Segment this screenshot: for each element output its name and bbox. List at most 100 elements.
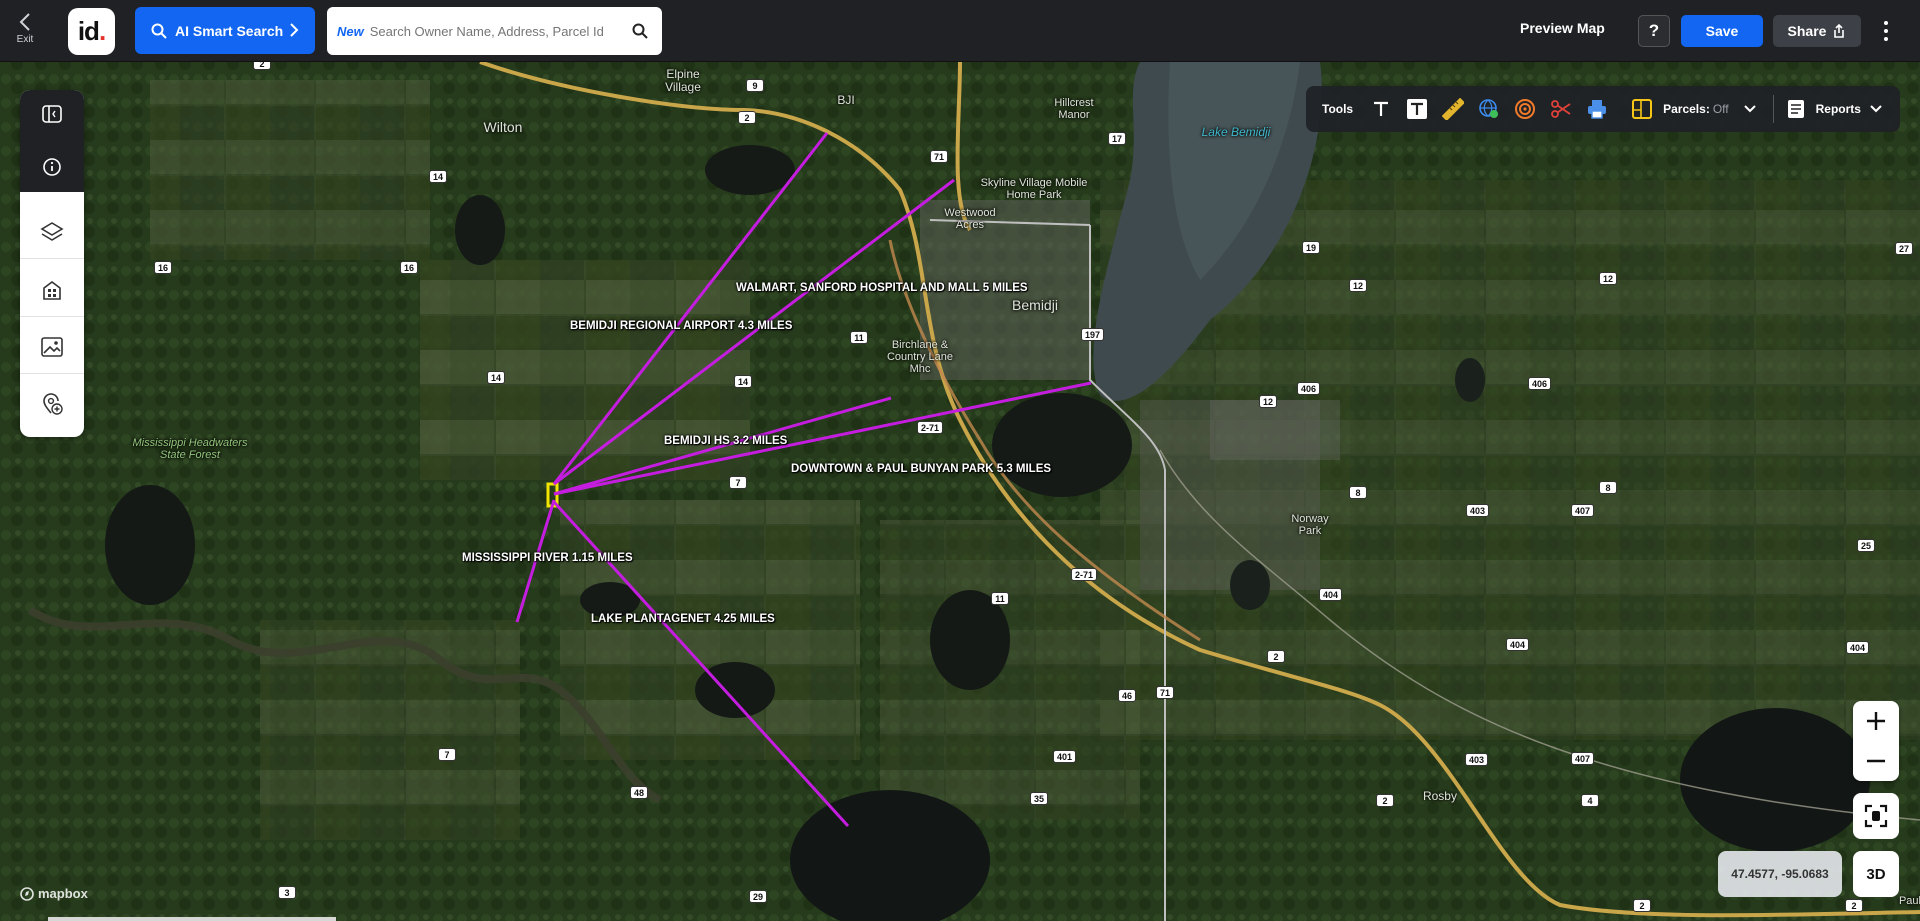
ruler-tool-button[interactable] [1435,91,1471,127]
distance-annotation[interactable]: WALMART, SANFORD HOSPITAL AND MALL 5 MIL… [736,282,1028,294]
preview-map-button[interactable]: Preview Map [1520,20,1605,36]
buildings-icon [43,281,61,300]
text-box-tool-button[interactable] [1399,91,1435,127]
road-shield: 2 [253,62,271,70]
road-shield: 197 [1081,328,1105,341]
print-icon [1588,100,1607,119]
distance-annotation[interactable]: BEMIDJI REGIONAL AIRPORT 4.3 MILES [570,320,792,332]
layers-button[interactable] [32,212,72,252]
road-shield: 407 [1571,752,1595,765]
road-shield: 404 [1506,638,1530,651]
road-shield: 71 [1156,686,1175,699]
distance-annotation[interactable]: MISSISSIPPI RIVER 1.15 MILES [462,552,633,564]
road-shield: 14 [429,170,448,183]
print-tool-button[interactable] [1579,91,1615,127]
sidebar-toggle-button[interactable] [32,94,72,134]
road-shield: 2 [1845,899,1863,912]
parcels-icon [1632,99,1653,119]
text-tool-button[interactable] [1363,91,1399,127]
chevron-down-icon [1870,105,1882,113]
road-shield: 4 [1581,794,1599,807]
road-shield: 7 [729,476,747,489]
road-shield: 404 [1319,588,1343,601]
help-button[interactable]: ? [1638,15,1670,47]
parcels-toggle[interactable]: Parcels: Off [1631,98,1757,120]
distance-annotation[interactable]: DOWNTOWN & PAUL BUNYAN PARK 5.3 MILES [791,463,1051,475]
road-shield: 403 [1465,753,1489,766]
app-logo[interactable]: id. [68,8,115,55]
reports-dropdown[interactable]: Reports [1786,99,1883,119]
road-shield: 27 [1895,242,1914,255]
chevron-left-icon [19,13,30,31]
chevron-right-icon [290,23,299,37]
search-input[interactable] [369,23,630,39]
fit-to-parcel-button[interactable] [1853,793,1899,839]
parcels-label: Parcels: [1663,102,1710,116]
satellite-imagery [0,62,1920,921]
scissors-icon [1551,100,1571,118]
road-shield: 14 [487,371,506,384]
share-button[interactable]: Share [1773,15,1861,47]
road-shield: 401 [1053,750,1077,763]
search-icon[interactable] [632,23,648,39]
minus-icon [1867,759,1885,763]
text-icon [1374,101,1389,116]
info-icon [43,158,61,176]
road-shield: 2 [1376,794,1394,807]
road-shield: 12 [1599,272,1618,285]
zoom-in-button[interactable] [1853,701,1899,741]
road-shield: 9 [746,79,764,92]
road-shield: 35 [1030,792,1049,805]
parcels-value: Off [1712,102,1729,116]
road-shield: 8 [1349,486,1367,499]
zoom-control [1853,701,1899,781]
road-shield: 25 [1857,539,1876,552]
exit-button[interactable]: Exit [10,12,40,52]
mapbox-logo-icon [20,886,34,901]
save-button[interactable]: Save [1681,15,1763,47]
map-canvas[interactable]: Elpine Village BJI Hillcrest Manor Lake Bem… [0,62,1920,921]
road-shield: 406 [1528,377,1552,390]
horizontal-scrollbar[interactable] [48,917,336,921]
ai-smart-search-button[interactable]: AI Smart Search [135,7,315,54]
search-icon [151,23,167,39]
imagery-button[interactable] [32,327,72,367]
road-shield: 19 [1302,241,1321,254]
share-icon [1834,23,1845,38]
sidebar-toggle-icon [42,105,62,123]
road-shield: 11 [991,592,1009,605]
distance-annotation[interactable]: LAKE PLANTAGENET 4.25 MILES [591,613,775,625]
road-shield: 46 [1118,689,1137,702]
road-shield: 7 [438,748,456,761]
distance-annotation[interactable]: BEMIDJI HS 3.2 MILES [664,435,787,447]
road-shield: 2-71 [917,421,944,434]
buildings-button[interactable] [32,270,72,310]
road-shield: 2-71 [1071,568,1098,581]
zoom-out-button[interactable] [1853,741,1899,781]
radius-icon [1515,99,1536,119]
road-shield: 16 [400,261,419,274]
road-shield: 29 [749,890,768,903]
ai-smart-search-label: AI Smart Search [175,22,284,39]
share-label: Share [1787,23,1827,39]
road-shield: 11 [850,331,868,344]
split-tool-button[interactable] [1543,91,1579,127]
mapbox-attribution[interactable]: mapbox [20,886,88,901]
mapbox-attribution-text: mapbox [38,886,88,901]
road-shield: 2 [738,111,756,124]
globe-tool-button[interactable] [1471,91,1507,127]
view-3d-button[interactable]: 3D [1853,851,1899,897]
radius-tool-button[interactable] [1507,91,1543,127]
add-location-button[interactable] [32,384,72,424]
top-bar: Exit id. AI Smart Search New Preview Map… [0,0,1920,62]
more-options-icon[interactable] [1876,18,1896,44]
plus-icon [1867,712,1885,730]
road-shield: 48 [630,786,649,799]
road-shield: 2 [1267,650,1285,663]
tools-label: Tools [1322,102,1354,116]
image-icon [41,337,63,357]
logo-dot: . [98,16,106,46]
info-button[interactable] [32,147,72,187]
road-shield: 3 [278,886,296,899]
search-box[interactable]: New [327,7,662,55]
